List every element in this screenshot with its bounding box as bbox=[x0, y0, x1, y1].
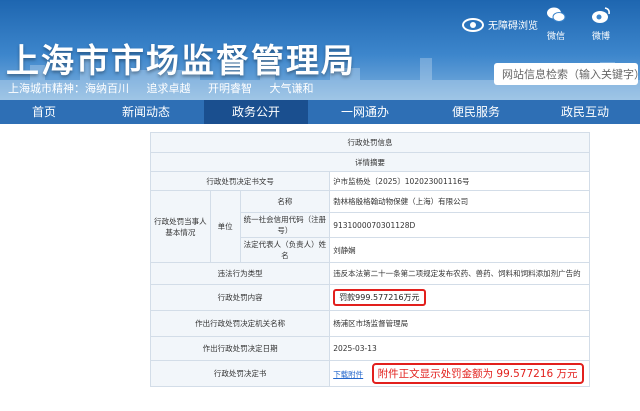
rep-label: 法定代表人（负责人）姓名 bbox=[239, 237, 331, 263]
download-attachment-link[interactable]: 下载附件 bbox=[333, 370, 363, 379]
doc-no-value: 沪市监杨处〔2025〕102023001116号 bbox=[329, 171, 590, 191]
content-label: 行政处罚内容 bbox=[149, 284, 331, 311]
content-cell: 罚款999.577216万元 bbox=[329, 284, 590, 311]
name-label: 名称 bbox=[239, 190, 331, 213]
organ-label: 作出行政处罚决定机关名称 bbox=[149, 310, 331, 337]
unit-label: 单位 bbox=[209, 190, 241, 263]
wechat-icon bbox=[547, 7, 566, 22]
nav-public-service[interactable]: 便民服务 bbox=[422, 100, 530, 124]
table-subtitle: 详情摘要 bbox=[150, 152, 590, 172]
slogan-part: 大气谦和 bbox=[269, 82, 314, 95]
penalty-amount: 罚款999.577216万元 bbox=[333, 289, 426, 306]
weibo-link[interactable]: 微博 bbox=[584, 6, 618, 42]
slogan-part: 上海城市精神：海纳百川 bbox=[8, 82, 129, 95]
slogan-part: 追求卓越 bbox=[146, 82, 191, 95]
site-header: 上海市市场监督管理局 上海城市精神：海纳百川 追求卓越 开明睿智 大气谦和 无障… bbox=[0, 0, 640, 100]
nav-online-service[interactable]: 一网通办 bbox=[308, 100, 422, 124]
party-label: 行政处罚当事人基本情况 bbox=[150, 190, 211, 263]
wechat-link[interactable]: 微信 bbox=[539, 6, 573, 42]
credit-value: 9131000070301128D bbox=[329, 212, 590, 238]
barrier-free-label: 无障碍浏览 bbox=[488, 21, 538, 32]
main-nav: 首页 新闻动态 政务公开 一网通办 便民服务 政民互动 bbox=[0, 100, 640, 124]
weibo-label: 微博 bbox=[591, 32, 610, 42]
site-title: 上海市市场监督管理局 bbox=[6, 41, 356, 80]
credit-label: 统一社会信用代码（注册号） bbox=[239, 212, 331, 238]
nav-home[interactable]: 首页 bbox=[0, 100, 88, 124]
wechat-label: 微信 bbox=[546, 32, 565, 42]
amount-annotation: 附件正文显示处罚金额为 99.577216 万元 bbox=[371, 363, 584, 384]
nav-news[interactable]: 新闻动态 bbox=[88, 100, 204, 124]
violation-value: 违反本法第二十一条第二项规定发布农药、兽药、饲料和饲料添加剂广告的 bbox=[329, 262, 590, 285]
doc-no-label: 行政处罚决定书文号 bbox=[149, 171, 331, 191]
violation-label: 违法行为类型 bbox=[149, 262, 331, 285]
site-search-input[interactable]: 网站信息检索（输入关键字） bbox=[494, 63, 638, 85]
name-value: 勃林格殷格翰动物保健（上海）有限公司 bbox=[329, 190, 590, 213]
barrier-free-link[interactable]: 无障碍浏览 bbox=[462, 17, 538, 32]
slogan-part: 开明睿智 bbox=[208, 82, 252, 95]
doc-label: 行政处罚决定书 bbox=[149, 360, 331, 387]
organ-value: 杨浦区市场监督管理局 bbox=[329, 310, 590, 337]
penalty-info-table: 行政处罚信息 详情摘要 行政处罚决定书文号 沪市监杨处〔2025〕1020230… bbox=[149, 132, 590, 387]
nav-interaction[interactable]: 政民互动 bbox=[530, 100, 640, 124]
content-area: 行政处罚信息 详情摘要 行政处罚决定书文号 沪市监杨处〔2025〕1020230… bbox=[0, 124, 640, 411]
table-title: 行政处罚信息 bbox=[150, 132, 590, 153]
date-label: 作出行政处罚决定日期 bbox=[149, 336, 331, 361]
doc-cell: 下载附件 附件正文显示处罚金额为 99.577216 万元 bbox=[329, 360, 590, 387]
date-value: 2025-03-13 bbox=[329, 336, 590, 361]
city-slogan: 上海城市精神：海纳百川 追求卓越 开明睿智 大气谦和 bbox=[8, 80, 328, 96]
nav-gov-affairs[interactable]: 政务公开 bbox=[204, 100, 308, 124]
eye-icon bbox=[462, 17, 484, 32]
rep-value: 刘静娴 bbox=[329, 237, 590, 263]
weibo-icon bbox=[592, 7, 610, 23]
